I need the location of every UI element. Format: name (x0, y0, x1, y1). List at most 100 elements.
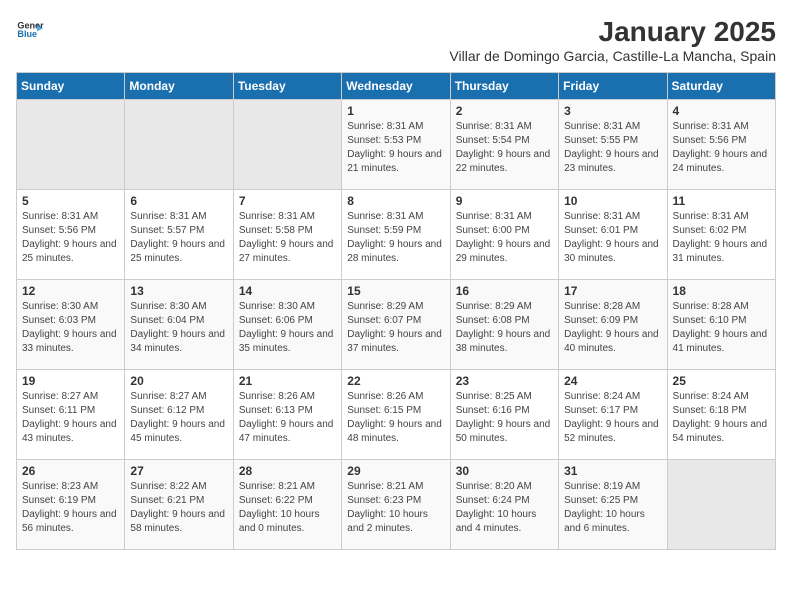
weekday-header: Thursday (450, 73, 558, 100)
day-number: 24 (564, 374, 661, 388)
calendar-cell: 2 Sunrise: 8:31 AMSunset: 5:54 PMDaylight… (450, 100, 558, 190)
calendar-cell: 26 Sunrise: 8:23 AMSunset: 6:19 PMDayligh… (17, 460, 125, 550)
cell-info: Sunrise: 8:30 AMSunset: 6:06 PMDaylight:… (239, 300, 336, 356)
cell-info: Sunrise: 8:31 AMSunset: 5:53 PMDaylight:… (347, 120, 444, 176)
weekday-header: Sunday (17, 73, 125, 100)
day-number: 4 (673, 104, 770, 118)
calendar-cell: 19 Sunrise: 8:27 AMSunset: 6:11 PMDayligh… (17, 370, 125, 460)
day-number: 19 (22, 374, 119, 388)
calendar-cell: 12Sunrise: 8:30 AMSunset: 6:03 PMDayligh… (17, 280, 125, 370)
calendar-cell: 7 Sunrise: 8:31 AMSunset: 5:58 PMDaylight… (233, 190, 341, 280)
cell-info: Sunrise: 8:27 AMSunset: 6:11 PMDaylight:… (22, 390, 119, 446)
calendar-cell: 30 Sunrise: 8:20 AMSunset: 6:24 PMDayligh… (450, 460, 558, 550)
day-number: 1 (347, 104, 444, 118)
day-number: 29 (347, 464, 444, 478)
calendar-cell: 6Sunrise: 8:31 AMSunset: 5:57 PMDaylight… (125, 190, 233, 280)
calendar-cell: 22Sunrise: 8:26 AMSunset: 6:15 PMDayligh… (342, 370, 450, 460)
cell-info: Sunrise: 8:31 AMSunset: 5:58 PMDaylight:… (239, 210, 336, 266)
cell-info: Sunrise: 8:22 AMSunset: 6:21 PMDaylight:… (130, 480, 227, 536)
cell-info: Sunrise: 8:31 AMSunset: 5:56 PMDaylight:… (22, 210, 119, 266)
day-number: 26 (22, 464, 119, 478)
month-title: January 2025 (449, 16, 776, 48)
calendar-week-row: 26 Sunrise: 8:23 AMSunset: 6:19 PMDayligh… (17, 460, 776, 550)
cell-info: Sunrise: 8:20 AMSunset: 6:24 PMDaylight:… (456, 480, 553, 536)
calendar-cell: 14 Sunrise: 8:30 AMSunset: 6:06 PMDayligh… (233, 280, 341, 370)
weekday-header: Wednesday (342, 73, 450, 100)
calendar-cell: 9 Sunrise: 8:31 AMSunset: 6:00 PMDaylight… (450, 190, 558, 280)
calendar-cell (17, 100, 125, 190)
cell-info: Sunrise: 8:25 AMSunset: 6:16 PMDaylight:… (456, 390, 553, 446)
day-number: 8 (347, 194, 444, 208)
day-number: 30 (456, 464, 553, 478)
calendar-week-row: 12Sunrise: 8:30 AMSunset: 6:03 PMDayligh… (17, 280, 776, 370)
calendar-cell: 20Sunrise: 8:27 AMSunset: 6:12 PMDayligh… (125, 370, 233, 460)
day-number: 2 (456, 104, 553, 118)
day-number: 18 (673, 284, 770, 298)
calendar-week-row: 1 Sunrise: 8:31 AMSunset: 5:53 PMDaylight… (17, 100, 776, 190)
day-number: 9 (456, 194, 553, 208)
day-number: 16 (456, 284, 553, 298)
weekday-header: Saturday (667, 73, 775, 100)
weekday-header: Friday (559, 73, 667, 100)
day-number: 14 (239, 284, 336, 298)
calendar-cell: 4Sunrise: 8:31 AMSunset: 5:56 PMDaylight… (667, 100, 775, 190)
day-number: 21 (239, 374, 336, 388)
weekday-header: Tuesday (233, 73, 341, 100)
calendar-cell: 17Sunrise: 8:28 AMSunset: 6:09 PMDayligh… (559, 280, 667, 370)
cell-info: Sunrise: 8:31 AMSunset: 5:54 PMDaylight:… (456, 120, 553, 176)
calendar-cell (667, 460, 775, 550)
day-number: 22 (347, 374, 444, 388)
location-subtitle: Villar de Domingo Garcia, Castille-La Ma… (449, 48, 776, 64)
day-number: 27 (130, 464, 227, 478)
calendar-cell: 27 Sunrise: 8:22 AMSunset: 6:21 PMDayligh… (125, 460, 233, 550)
cell-info: Sunrise: 8:21 AMSunset: 6:23 PMDaylight:… (347, 480, 444, 536)
day-number: 10 (564, 194, 661, 208)
cell-info: Sunrise: 8:28 AMSunset: 6:09 PMDaylight:… (564, 300, 661, 356)
cell-info: Sunrise: 8:31 AMSunset: 6:00 PMDaylight:… (456, 210, 553, 266)
day-number: 12 (22, 284, 119, 298)
cell-info: Sunrise: 8:30 AMSunset: 6:04 PMDaylight:… (130, 300, 227, 356)
cell-info: Sunrise: 8:31 AMSunset: 5:55 PMDaylight:… (564, 120, 661, 176)
calendar-cell: 21 Sunrise: 8:26 AMSunset: 6:13 PMDayligh… (233, 370, 341, 460)
weekday-header: Monday (125, 73, 233, 100)
cell-info: Sunrise: 8:31 AMSunset: 6:01 PMDaylight:… (564, 210, 661, 266)
calendar-cell: 23Sunrise: 8:25 AMSunset: 6:16 PMDayligh… (450, 370, 558, 460)
day-number: 31 (564, 464, 661, 478)
page-header: General Blue January 2025 Villar de Domi… (16, 16, 776, 64)
weekday-header-row: SundayMondayTuesdayWednesdayThursdayFrid… (17, 73, 776, 100)
logo: General Blue (16, 16, 44, 44)
day-number: 15 (347, 284, 444, 298)
day-number: 6 (130, 194, 227, 208)
cell-info: Sunrise: 8:29 AMSunset: 6:08 PMDaylight:… (456, 300, 553, 356)
calendar-cell: 24Sunrise: 8:24 AMSunset: 6:17 PMDayligh… (559, 370, 667, 460)
calendar-cell: 25 Sunrise: 8:24 AMSunset: 6:18 PMDayligh… (667, 370, 775, 460)
day-number: 25 (673, 374, 770, 388)
cell-info: Sunrise: 8:24 AMSunset: 6:18 PMDaylight:… (673, 390, 770, 446)
calendar-cell: 5 Sunrise: 8:31 AMSunset: 5:56 PMDaylight… (17, 190, 125, 280)
day-number: 13 (130, 284, 227, 298)
calendar-cell (125, 100, 233, 190)
cell-info: Sunrise: 8:29 AMSunset: 6:07 PMDaylight:… (347, 300, 444, 356)
calendar-cell (233, 100, 341, 190)
cell-info: Sunrise: 8:21 AMSunset: 6:22 PMDaylight:… (239, 480, 336, 536)
calendar-cell: 13 Sunrise: 8:30 AMSunset: 6:04 PMDayligh… (125, 280, 233, 370)
calendar-cell: 8Sunrise: 8:31 AMSunset: 5:59 PMDaylight… (342, 190, 450, 280)
day-number: 20 (130, 374, 227, 388)
cell-info: Sunrise: 8:23 AMSunset: 6:19 PMDaylight:… (22, 480, 119, 536)
day-number: 7 (239, 194, 336, 208)
title-block: January 2025 Villar de Domingo Garcia, C… (449, 16, 776, 64)
day-number: 28 (239, 464, 336, 478)
day-number: 3 (564, 104, 661, 118)
day-number: 5 (22, 194, 119, 208)
calendar-cell: 10 Sunrise: 8:31 AMSunset: 6:01 PMDayligh… (559, 190, 667, 280)
calendar-cell: 16 Sunrise: 8:29 AMSunset: 6:08 PMDayligh… (450, 280, 558, 370)
cell-info: Sunrise: 8:26 AMSunset: 6:13 PMDaylight:… (239, 390, 336, 446)
day-number: 11 (673, 194, 770, 208)
calendar-cell: 3 Sunrise: 8:31 AMSunset: 5:55 PMDaylight… (559, 100, 667, 190)
calendar-cell: 18Sunrise: 8:28 AMSunset: 6:10 PMDayligh… (667, 280, 775, 370)
logo-icon: General Blue (16, 16, 44, 44)
calendar-week-row: 5 Sunrise: 8:31 AMSunset: 5:56 PMDaylight… (17, 190, 776, 280)
calendar-cell: 11Sunrise: 8:31 AMSunset: 6:02 PMDayligh… (667, 190, 775, 280)
calendar-cell: 28 Sunrise: 8:21 AMSunset: 6:22 PMDayligh… (233, 460, 341, 550)
calendar-week-row: 19 Sunrise: 8:27 AMSunset: 6:11 PMDayligh… (17, 370, 776, 460)
